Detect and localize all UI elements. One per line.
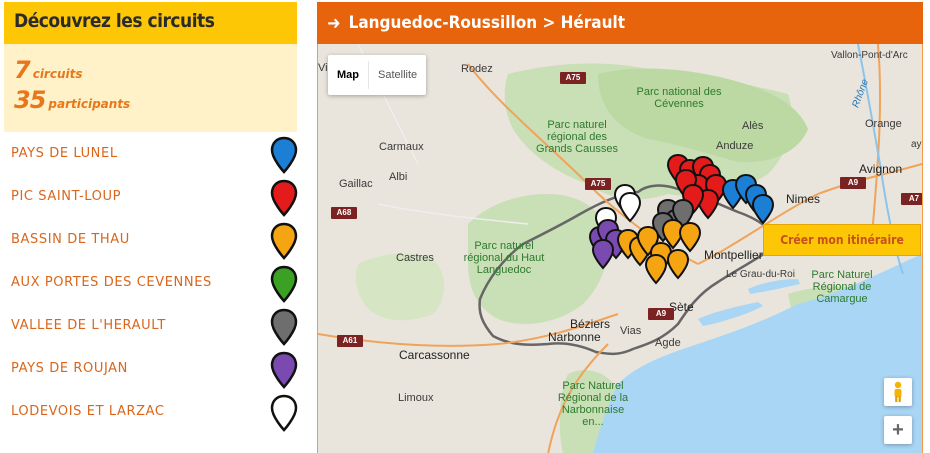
circuit-item[interactable]: PAYS DE ROUJAN (4, 347, 298, 390)
map-marker-thau[interactable] (678, 221, 702, 253)
sidebar-title: Découvrez les circuits (4, 2, 297, 44)
map-marker-roujan[interactable] (591, 238, 615, 270)
map-pin-icon (270, 136, 298, 174)
map-pin-icon (270, 179, 298, 217)
zoom-in-button[interactable]: + (884, 416, 912, 444)
circuits-sidebar: Découvrez les circuits 7 circuits 35 par… (4, 2, 298, 453)
map-marker-lodevois[interactable] (618, 191, 642, 223)
circuit-item[interactable]: AUX PORTES DES CEVENNES (4, 261, 298, 304)
circuit-item[interactable]: LODEVOIS ET LARZAC (4, 390, 298, 433)
circuit-label: PAYS DE ROUJAN (11, 361, 128, 376)
map-pin-icon (270, 265, 298, 303)
circuit-label: BASSIN DE THAU (11, 232, 130, 247)
circuits-label: circuits (32, 67, 83, 81)
map-header: ➜ Languedoc-Roussillon > Hérault (317, 2, 923, 44)
google-map[interactable]: Vill Rodez Carmaux Albi Gaillac Castres … (318, 44, 922, 453)
circuit-item[interactable]: VALLEE DE L'HERAULT (4, 304, 298, 347)
circuit-label: VALLEE DE L'HERAULT (11, 318, 166, 333)
circuit-label: PIC SAINT-LOUP (11, 189, 122, 204)
circuit-item[interactable]: PAYS DE LUNEL (4, 132, 298, 175)
circuit-label: LODEVOIS ET LARZAC (11, 404, 165, 419)
circuit-list: PAYS DE LUNEL PIC SAINT-LOUP BASSIN DE THA… (4, 132, 298, 433)
stats-box: 7 circuits 35 participants (4, 44, 297, 132)
map-type-control: Map Satellite (328, 55, 427, 95)
breadcrumb: Languedoc-Roussillon > Hérault (348, 13, 626, 33)
circuit-item[interactable]: PIC SAINT-LOUP (4, 175, 298, 218)
participants-label: participants (48, 97, 131, 111)
map-type-map-button[interactable]: Map (328, 61, 369, 89)
circuits-count: 7 (14, 56, 31, 84)
map-pin-icon (270, 308, 298, 346)
map-panel: ➜ Languedoc-Roussillon > Hérault Vill Ro… (317, 2, 923, 453)
participants-count: 35 (14, 86, 46, 114)
map-marker-thau[interactable] (666, 248, 690, 280)
map-marker-lunel[interactable] (751, 193, 775, 225)
street-view-pegman-icon[interactable] (884, 378, 912, 406)
map-type-satellite-button[interactable]: Satellite (369, 61, 426, 89)
arrow-right-icon: ➜ (327, 12, 341, 34)
map-pin-icon (270, 351, 298, 389)
create-itinerary-button[interactable]: Créer mon itinéraire (763, 224, 921, 256)
map-marker-thau[interactable] (644, 253, 668, 285)
map-pin-icon (270, 222, 298, 260)
map-pin-icon (270, 394, 298, 432)
circuit-item[interactable]: BASSIN DE THAU (4, 218, 298, 261)
circuit-label: PAYS DE LUNEL (11, 146, 118, 161)
circuit-label: AUX PORTES DES CEVENNES (11, 275, 212, 290)
